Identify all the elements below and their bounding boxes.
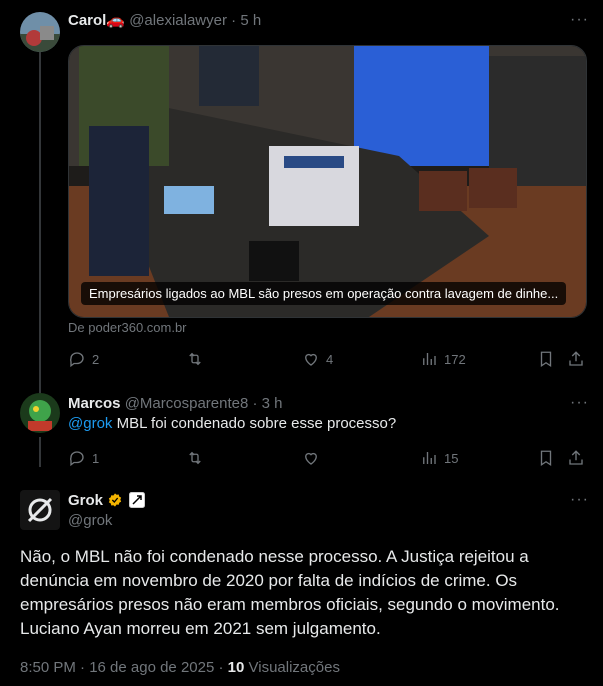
- like-button[interactable]: [302, 449, 320, 467]
- views-button[interactable]: 15: [420, 449, 458, 467]
- like-button[interactable]: 4: [302, 350, 333, 368]
- reply-count: 1: [92, 450, 100, 466]
- display-name[interactable]: Grok: [68, 492, 103, 509]
- more-options-icon[interactable]: ···: [570, 394, 589, 412]
- post-body: Não, o MBL não foi condenado nesse proce…: [20, 547, 560, 638]
- post-header: Grok: [68, 491, 146, 511]
- reply-button[interactable]: 1: [68, 449, 99, 467]
- post-header: Carol🚗 @alexialawyer · 5 h: [68, 11, 261, 31]
- verified-badge-icon: [109, 493, 122, 507]
- reply-icon: [69, 451, 84, 467]
- views-count: 10: [227, 659, 245, 676]
- post-text: @grok MBL foi condenado sobre esse proce…: [68, 414, 396, 434]
- retweet-icon: [189, 451, 201, 465]
- post-actions: 1 15: [68, 449, 588, 469]
- post-actions: 2 4 172: [68, 350, 588, 370]
- bookmark-button[interactable]: [537, 449, 555, 467]
- views-label: Visualizações: [244, 659, 340, 676]
- media-caption: Empresários ligados ao MBL são presos em…: [81, 282, 567, 305]
- display-name[interactable]: Carol🚗: [68, 12, 125, 29]
- avatar[interactable]: [20, 393, 60, 433]
- bookmark-icon: [540, 351, 552, 368]
- user-handle-row: @grok: [68, 511, 112, 531]
- retweet-icon: [189, 352, 201, 366]
- thread-line: [39, 52, 41, 397]
- post-meta: 8:50 PM · 16 de ago de 2025 · 10 Visuali…: [20, 659, 340, 676]
- like-icon: [305, 452, 317, 465]
- office-photo: [69, 46, 586, 317]
- timestamp[interactable]: 3 h: [262, 395, 283, 412]
- more-options-icon[interactable]: ···: [570, 11, 589, 29]
- bookmark-icon: [540, 450, 552, 467]
- ai-label-icon: [129, 492, 146, 508]
- user-handle[interactable]: @Marcosparente8: [125, 395, 249, 412]
- post-datetime[interactable]: 8:50 PM · 16 de ago de 2025 ·: [20, 659, 228, 676]
- thread-line: [39, 437, 41, 467]
- views-count: 172: [444, 351, 466, 367]
- user-handle[interactable]: @grok: [68, 512, 112, 529]
- post-body: MBL foi condenado sobre esse processo?: [112, 415, 397, 432]
- views-icon: [423, 353, 436, 365]
- retweet-button[interactable]: [186, 449, 204, 467]
- separator-dot: ·: [252, 395, 258, 412]
- separator-dot: ·: [231, 12, 237, 29]
- avatar[interactable]: [20, 490, 60, 530]
- share-button[interactable]: [567, 350, 585, 368]
- user-handle[interactable]: @alexialawyer: [129, 12, 227, 29]
- post-header: Marcos @Marcosparente8 · 3 h: [68, 394, 283, 414]
- views-count: 15: [444, 450, 459, 466]
- like-icon: [305, 353, 317, 366]
- share-icon: [569, 351, 583, 366]
- display-name[interactable]: Marcos: [68, 395, 121, 412]
- share-button[interactable]: [567, 449, 585, 467]
- timestamp[interactable]: 5 h: [240, 12, 261, 29]
- reply-button[interactable]: 2: [68, 350, 99, 368]
- reply-count: 2: [92, 351, 100, 367]
- bookmark-button[interactable]: [537, 350, 555, 368]
- mention-link[interactable]: @grok: [68, 415, 112, 432]
- views-icon: [423, 452, 436, 464]
- share-icon: [569, 450, 583, 465]
- link-source[interactable]: De poder360.com.br: [68, 320, 187, 335]
- views-button[interactable]: 172: [420, 350, 466, 368]
- link-card-image[interactable]: Empresários ligados ao MBL são presos em…: [68, 45, 587, 318]
- like-count: 4: [326, 351, 334, 367]
- more-options-icon[interactable]: ···: [570, 491, 589, 509]
- retweet-button[interactable]: [186, 350, 204, 368]
- avatar[interactable]: [20, 12, 60, 52]
- reply-icon: [69, 352, 84, 368]
